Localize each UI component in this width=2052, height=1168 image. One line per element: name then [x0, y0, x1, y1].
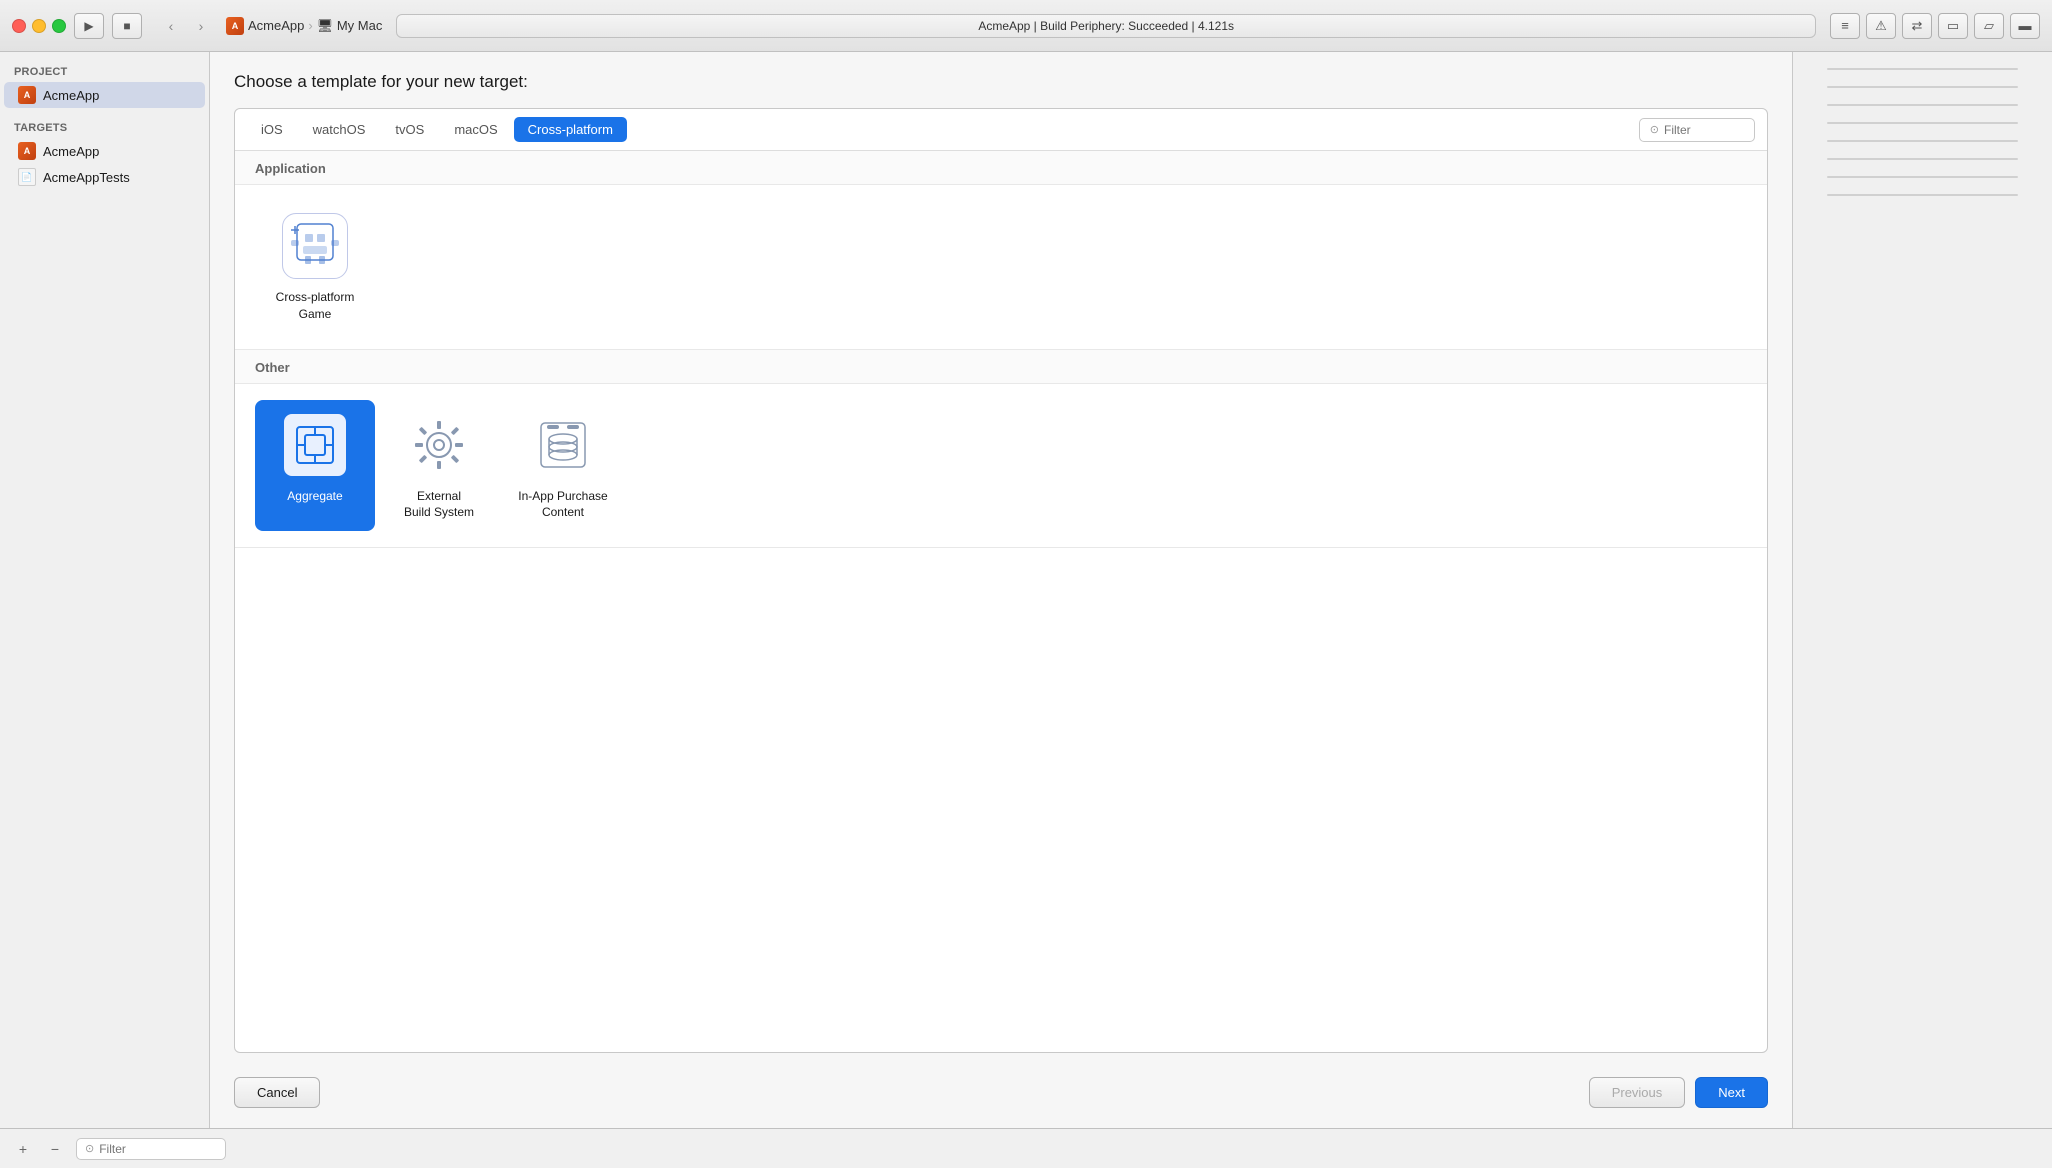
- add-target-button[interactable]: +: [12, 1138, 34, 1160]
- build-status: AcmeApp | Build Periphery: Succeeded | 4…: [396, 14, 1816, 38]
- next-button[interactable]: Next: [1695, 1077, 1768, 1108]
- layout2-icon-button[interactable]: ▱: [1974, 13, 2004, 39]
- nav-buttons: ‹ ›: [158, 13, 214, 39]
- application-templates-row: Cross-platformGame: [235, 185, 1767, 350]
- game-icon: [282, 213, 348, 279]
- template-grid: Application: [235, 151, 1767, 1052]
- inspector-line-8: [1827, 194, 2018, 196]
- tab-tvos[interactable]: tvOS: [381, 117, 438, 142]
- tab-cross-platform[interactable]: Cross-platform: [514, 117, 627, 142]
- stop-icon: ■: [123, 19, 130, 33]
- inapp-icon-wrap: [528, 410, 598, 480]
- filter-input[interactable]: [1664, 123, 1744, 137]
- remove-target-button[interactable]: −: [44, 1138, 66, 1160]
- bottom-bar: + − ⊙: [0, 1128, 2052, 1168]
- project-icon: A: [18, 86, 36, 104]
- toolbar-right: ≡ ⚠ ⇄ ▭ ▱ ▬: [1830, 13, 2040, 39]
- inspector-line-6: [1827, 158, 2018, 160]
- template-aggregate[interactable]: Aggregate: [255, 400, 375, 532]
- tab-macos[interactable]: macOS: [440, 117, 511, 142]
- target-icon: A: [18, 142, 36, 160]
- tests-icon: 📄: [18, 168, 36, 186]
- breadcrumb-chevron: ›: [308, 18, 312, 33]
- nav-forward-button[interactable]: ›: [188, 13, 214, 39]
- project-section-label: PROJECT: [0, 62, 209, 82]
- bottom-filter-input[interactable]: [99, 1142, 199, 1156]
- sidebar-item-label: AcmeAppTests: [43, 170, 130, 185]
- refresh-icon-button[interactable]: ⇄: [1902, 13, 1932, 39]
- section-application-header: Application: [235, 151, 1767, 185]
- targets-section-label: TARGETS: [0, 118, 209, 138]
- inspector-line-3: [1827, 104, 2018, 106]
- stop-button[interactable]: ■: [112, 13, 142, 39]
- page-title: Choose a template for your new target:: [234, 72, 1768, 92]
- inspector-line-7: [1827, 176, 2018, 178]
- inspector-line-5: [1827, 140, 2018, 142]
- sidebar-item-acmeapp-project[interactable]: A AcmeApp: [4, 82, 205, 108]
- layout1-icon-button[interactable]: ▭: [1938, 13, 1968, 39]
- play-button[interactable]: ▶: [74, 13, 104, 39]
- template-cross-platform-game[interactable]: Cross-platformGame: [255, 201, 375, 333]
- project-icon: A: [226, 17, 244, 35]
- minimize-button[interactable]: [32, 19, 46, 33]
- tab-bar: iOS watchOS tvOS macOS Cross-platform ⊙: [235, 109, 1767, 151]
- content-area: Choose a template for your new target: i…: [210, 52, 1792, 1128]
- sidebar-item-acmeapptests-target[interactable]: 📄 AcmeAppTests: [4, 164, 205, 190]
- lines-icon-button[interactable]: ≡: [1830, 13, 1860, 39]
- template-label: ExternalBuild System: [404, 488, 474, 522]
- template-in-app-purchase[interactable]: In-App PurchaseContent: [503, 400, 623, 532]
- game-icon-wrap: [280, 211, 350, 281]
- close-button[interactable]: [12, 19, 26, 33]
- device-breadcrumb: 🖥 My Mac: [317, 18, 383, 34]
- right-gutter: [1792, 52, 2052, 1128]
- main-layout: PROJECT A AcmeApp TARGETS A AcmeApp 📄 Ac…: [0, 52, 2052, 1128]
- template-label: Cross-platformGame: [276, 289, 355, 323]
- tab-watchos[interactable]: watchOS: [299, 117, 380, 142]
- project-breadcrumb: AcmeApp: [248, 18, 304, 33]
- maximize-button[interactable]: [52, 19, 66, 33]
- titlebar: ▶ ■ ‹ › A AcmeApp › 🖥 My Mac AcmeApp | B…: [0, 0, 2052, 52]
- aggregate-icon: [282, 412, 348, 478]
- action-bar: Cancel Previous Next: [234, 1065, 1768, 1108]
- inspector-line-1: [1827, 68, 2018, 70]
- btn-group-right: Previous Next: [1589, 1077, 1768, 1108]
- bottom-filter-bar[interactable]: ⊙: [76, 1138, 226, 1160]
- inspector-line-4: [1827, 122, 2018, 124]
- sidebar-item-label: AcmeApp: [43, 88, 99, 103]
- tab-ios[interactable]: iOS: [247, 117, 297, 142]
- filter-icon: ⊙: [85, 1142, 94, 1155]
- template-external-build-system[interactable]: ExternalBuild System: [379, 400, 499, 532]
- gear-icon: [409, 415, 469, 475]
- sidebar: PROJECT A AcmeApp TARGETS A AcmeApp 📄 Ac…: [0, 52, 210, 1128]
- warning-icon-button[interactable]: ⚠: [1866, 13, 1896, 39]
- other-templates-row: Aggregate: [235, 384, 1767, 549]
- inspector-line-2: [1827, 86, 2018, 88]
- ext-build-icon-wrap: [404, 410, 474, 480]
- template-label: In-App PurchaseContent: [518, 488, 607, 522]
- section-other-header: Other: [235, 350, 1767, 384]
- play-icon: ▶: [84, 19, 93, 33]
- database-icon: [533, 415, 593, 475]
- sidebar-item-label: AcmeApp: [43, 144, 99, 159]
- previous-button[interactable]: Previous: [1589, 1077, 1686, 1108]
- aggregate-icon-wrap: [280, 410, 350, 480]
- cancel-button[interactable]: Cancel: [234, 1077, 320, 1108]
- sidebar-item-acmeapp-target[interactable]: A AcmeApp: [4, 138, 205, 164]
- nav-back-button[interactable]: ‹: [158, 13, 184, 39]
- layout3-icon-button[interactable]: ▬: [2010, 13, 2040, 39]
- template-panel: iOS watchOS tvOS macOS Cross-platform ⊙ …: [234, 108, 1768, 1053]
- traffic-lights: [12, 19, 66, 33]
- template-label: Aggregate: [287, 488, 342, 505]
- filter-icon: ⊙: [1650, 123, 1659, 136]
- tab-filter[interactable]: ⊙: [1639, 118, 1755, 142]
